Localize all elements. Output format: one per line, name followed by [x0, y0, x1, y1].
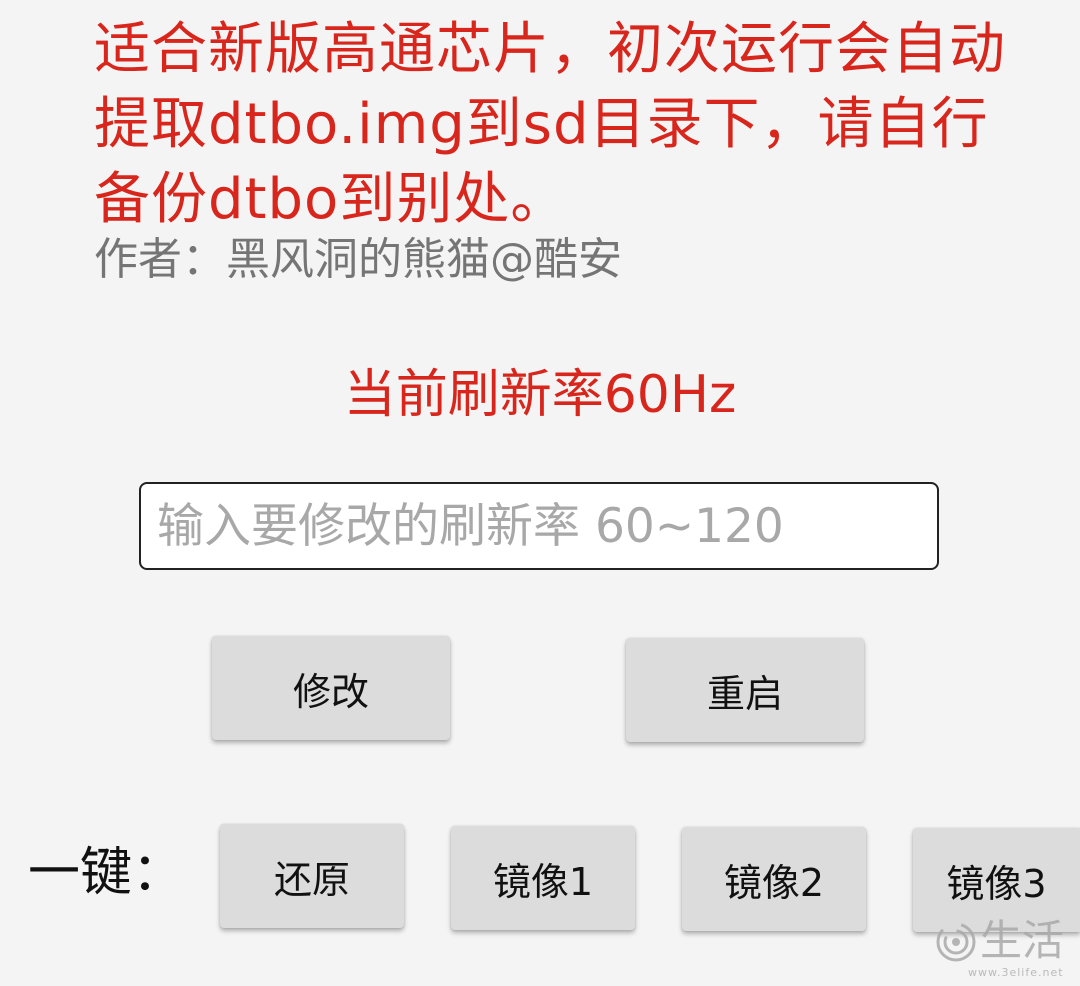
mirror-3-button[interactable]: 镜像3	[913, 828, 1080, 932]
watermark-url: www.3elife.net	[968, 966, 1064, 979]
author-credit: 作者：黑风洞的熊猫@酷安	[94, 234, 622, 285]
compatibility-notice: 适合新版高通芯片，初次运行会自动提取dtbo.img到sd目录下，请自行备份dt…	[94, 17, 1006, 232]
current-refresh-rate-label: 当前刷新率60Hz	[343, 365, 737, 425]
reboot-button[interactable]: 重启	[626, 638, 864, 742]
mirror-2-button[interactable]: 镜像2	[682, 827, 866, 931]
restore-button[interactable]: 还原	[220, 824, 404, 928]
modify-button[interactable]: 修改	[212, 636, 450, 740]
one-key-label: 一键：	[28, 843, 185, 903]
mirror-1-button[interactable]: 镜像1	[451, 826, 635, 930]
refresh-rate-input[interactable]	[139, 482, 939, 570]
